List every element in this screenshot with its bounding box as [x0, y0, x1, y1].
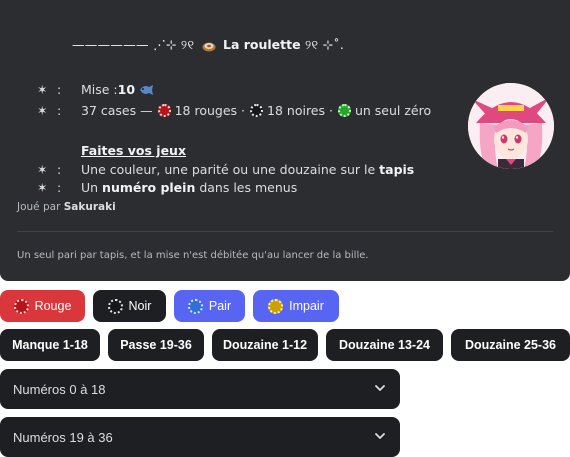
douzaine-3-label: Douzaine 25-36: [464, 338, 556, 352]
bullet-colon: :: [57, 82, 62, 97]
bullet-star-icon: ✶: [37, 82, 48, 97]
title-decoration-right: ୨୧ ⊹˚.: [304, 37, 345, 52]
played-by-prefix: Joué par: [17, 201, 64, 213]
rouge-button[interactable]: Rouge: [0, 290, 85, 322]
bullet-star-icon: ✶: [37, 180, 48, 195]
gold-chip-icon: [268, 298, 284, 314]
avatar-thumbnail: [468, 83, 554, 169]
fish-currency-icon: [138, 84, 154, 96]
red-count: 18 rouges ·: [174, 103, 246, 118]
title-decoration-left: —————— ⋰⊹ ୨୧: [72, 37, 195, 52]
cases-row: ✶ : 37 cases — 18 rouges · 18 noires · u…: [37, 103, 431, 118]
noir-button[interactable]: Noir: [93, 290, 166, 322]
line1-text: Une couleur, une parité ou une douzaine …: [81, 162, 380, 177]
embed-footer: Un seul pari par tapis, et la mise n'est…: [17, 250, 369, 261]
chevron-down-icon: [374, 382, 386, 394]
line2-bold: numéro plein: [102, 180, 196, 195]
numbers-0-18-select[interactable]: Numéros 0 à 18: [0, 369, 400, 409]
bet-row: ✶ : Mise : 10: [37, 82, 154, 97]
select-placeholder: Numéros 19 à 36: [13, 429, 113, 445]
line2-text-c: dans les menus: [195, 180, 298, 195]
manque-button[interactable]: Manque 1-18: [0, 329, 100, 361]
douzaine-25-36-button[interactable]: Douzaine 25-36: [451, 329, 570, 361]
blue-chip-icon: [187, 298, 203, 314]
red-chip-icon: [157, 104, 171, 117]
bullet-star-icon: ✶: [37, 103, 48, 118]
bullet-colon: :: [57, 162, 62, 177]
bet-label: Mise :: [81, 82, 118, 97]
title-text: La roulette: [222, 37, 301, 52]
noir-label: Noir: [128, 299, 152, 313]
impair-label: Impair: [289, 299, 324, 313]
instruction-line-2: ✶ : Un numéro plein dans les menus: [37, 180, 297, 195]
green-count: un seul zéro: [354, 103, 432, 118]
played-by-user: Sakuraki: [63, 201, 116, 213]
douzaine-1-12-button[interactable]: Douzaine 1-12: [212, 329, 318, 361]
roulette-wheel-icon: [202, 40, 216, 52]
line1-bold: tapis: [379, 162, 415, 177]
embed-title: —————— ⋰⊹ ୨୧ La roulette ୨୧ ⊹˚.: [72, 37, 344, 53]
pair-button[interactable]: Pair: [174, 290, 245, 322]
line2-text-a: Un: [81, 180, 103, 195]
green-chip-icon: [337, 104, 351, 117]
cases-label: 37 cases —: [81, 103, 153, 118]
bullet-colon: :: [57, 180, 62, 195]
manque-label: Manque 1-18: [12, 338, 88, 352]
red-chip-icon: [13, 298, 29, 314]
pair-label: Pair: [208, 299, 232, 313]
bullet-star-icon: ✶: [37, 162, 48, 177]
passe-label: Passe 19-36: [120, 338, 192, 352]
black-chip-icon: [250, 104, 264, 117]
douzaine-1-label: Douzaine 1-12: [222, 338, 308, 352]
chevron-down-icon: [374, 430, 386, 442]
rouge-label: Rouge: [34, 299, 72, 313]
instruction-line-1: ✶ : Une couleur, une parité ou une douza…: [37, 162, 414, 177]
played-by: Joué par Sakuraki: [17, 201, 116, 213]
bullet-colon: :: [57, 103, 62, 118]
roulette-embed: —————— ⋰⊹ ୨୧ La roulette ୨୧ ⊹˚. ✶ : Mise…: [0, 0, 570, 281]
black-chip-icon: [107, 298, 123, 314]
numbers-19-36-select[interactable]: Numéros 19 à 36: [0, 417, 400, 457]
section-heading: Faites vos jeux: [81, 143, 187, 158]
select-placeholder: Numéros 0 à 18: [13, 381, 106, 397]
douzaine-13-24-button[interactable]: Douzaine 13-24: [326, 329, 443, 361]
bet-value: 10: [117, 82, 136, 97]
douzaine-2-label: Douzaine 13-24: [338, 338, 430, 352]
passe-button[interactable]: Passe 19-36: [108, 329, 204, 361]
black-count: 18 noires ·: [267, 103, 333, 118]
embed-divider: [17, 231, 553, 232]
impair-button[interactable]: Impair: [253, 290, 339, 322]
